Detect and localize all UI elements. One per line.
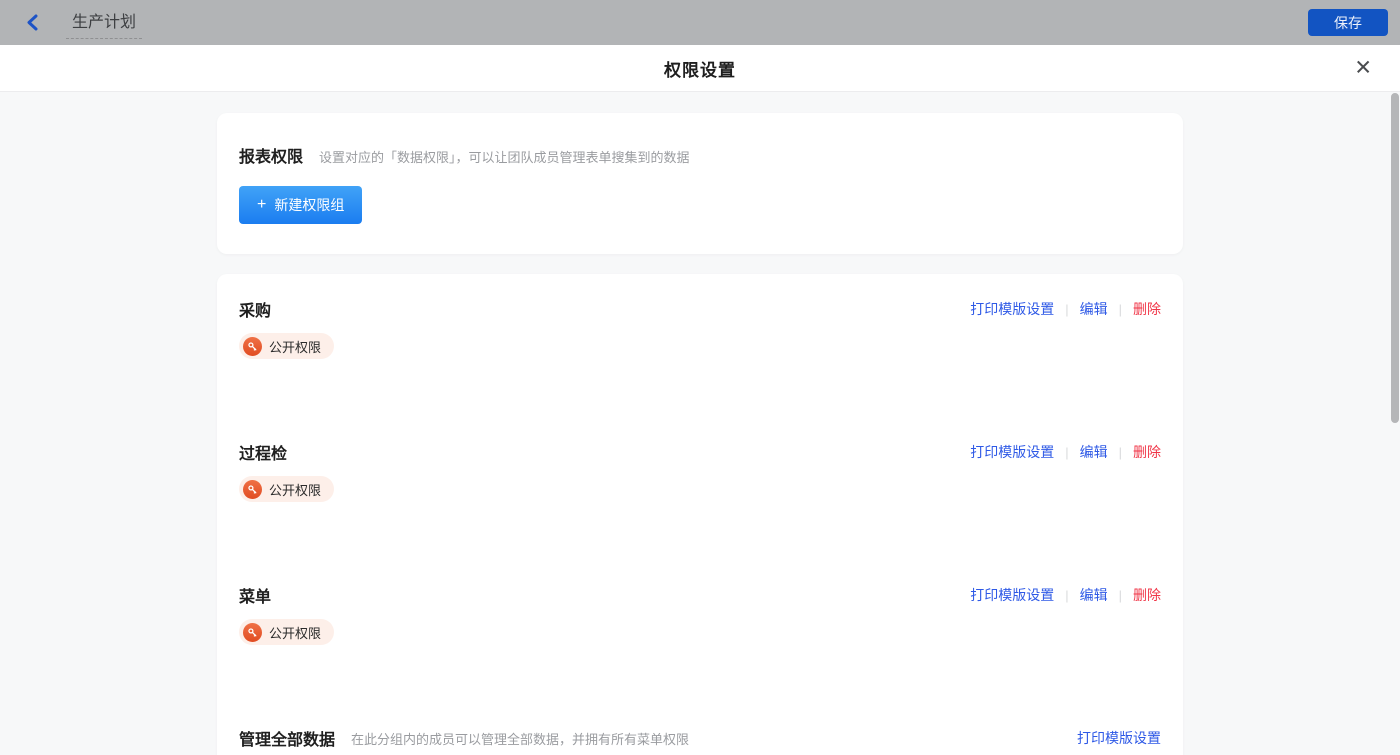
- vertical-scrollbar[interactable]: [1391, 93, 1399, 423]
- action-separator: |: [1065, 302, 1068, 317]
- report-permission-title: 报表权限: [239, 143, 303, 167]
- key-icon: [243, 337, 262, 356]
- chevron-left-icon: [25, 14, 40, 31]
- new-permission-group-label: 新建权限组: [274, 195, 344, 215]
- delete-link[interactable]: 删除: [1133, 442, 1161, 462]
- print-template-link[interactable]: 打印模版设置: [1077, 728, 1161, 748]
- public-permission-label: 公开权限: [269, 623, 321, 642]
- key-icon: [243, 480, 262, 499]
- action-separator: |: [1065, 588, 1068, 603]
- permission-group-row: 过程检 打印模版设置 | 编辑 | 删除 公开权限: [239, 417, 1161, 560]
- manage-all-data-row: 管理全部数据 在此分组内的成员可以管理全部数据，并拥有所有菜单权限 打印模版设置: [239, 703, 1161, 755]
- modal-title: 权限设置: [664, 56, 736, 81]
- print-template-link[interactable]: 打印模版设置: [970, 299, 1054, 319]
- delete-link[interactable]: 删除: [1133, 299, 1161, 319]
- report-permission-card: 报表权限 设置对应的「数据权限」，可以让团队成员管理表单搜集到的数据 + 新建权…: [217, 113, 1183, 254]
- edit-link[interactable]: 编辑: [1080, 299, 1108, 319]
- manage-all-data-title: 管理全部数据: [239, 726, 335, 750]
- plus-icon: +: [257, 196, 266, 214]
- action-separator: |: [1119, 445, 1122, 460]
- modal-header: 权限设置 ✕: [0, 45, 1400, 92]
- public-permission-tag: 公开权限: [239, 476, 334, 502]
- close-icon[interactable]: ✕: [1354, 58, 1372, 79]
- print-template-link[interactable]: 打印模版设置: [970, 442, 1054, 462]
- print-template-link[interactable]: 打印模版设置: [970, 585, 1054, 605]
- permission-group-row: 采购 打印模版设置 | 编辑 | 删除 公开权限: [239, 274, 1161, 417]
- public-permission-tag: 公开权限: [239, 333, 334, 359]
- back-button[interactable]: [20, 11, 44, 35]
- action-separator: |: [1119, 588, 1122, 603]
- page-topbar: 生产计划 保存: [0, 0, 1400, 45]
- new-permission-group-button[interactable]: + 新建权限组: [239, 186, 362, 224]
- public-permission-tag: 公开权限: [239, 619, 334, 645]
- modal-body: 报表权限 设置对应的「数据权限」，可以让团队成员管理表单搜集到的数据 + 新建权…: [0, 92, 1400, 755]
- report-permission-description: 设置对应的「数据权限」，可以让团队成员管理表单搜集到的数据: [319, 147, 690, 166]
- permission-groups-card: 采购 打印模版设置 | 编辑 | 删除 公开权限: [217, 274, 1183, 755]
- key-icon: [243, 623, 262, 642]
- public-permission-label: 公开权限: [269, 480, 321, 499]
- group-name: 过程检: [239, 440, 287, 464]
- page-title[interactable]: 生产计划: [66, 6, 142, 39]
- save-button[interactable]: 保存: [1308, 9, 1388, 36]
- action-separator: |: [1119, 302, 1122, 317]
- edit-link[interactable]: 编辑: [1080, 585, 1108, 605]
- manage-all-data-description: 在此分组内的成员可以管理全部数据，并拥有所有菜单权限: [351, 729, 689, 748]
- edit-link[interactable]: 编辑: [1080, 442, 1108, 462]
- public-permission-label: 公开权限: [269, 337, 321, 356]
- group-name: 采购: [239, 297, 271, 321]
- group-name: 菜单: [239, 583, 271, 607]
- permission-group-row: 菜单 打印模版设置 | 编辑 | 删除 公开权限: [239, 560, 1161, 703]
- action-separator: |: [1065, 445, 1068, 460]
- delete-link[interactable]: 删除: [1133, 585, 1161, 605]
